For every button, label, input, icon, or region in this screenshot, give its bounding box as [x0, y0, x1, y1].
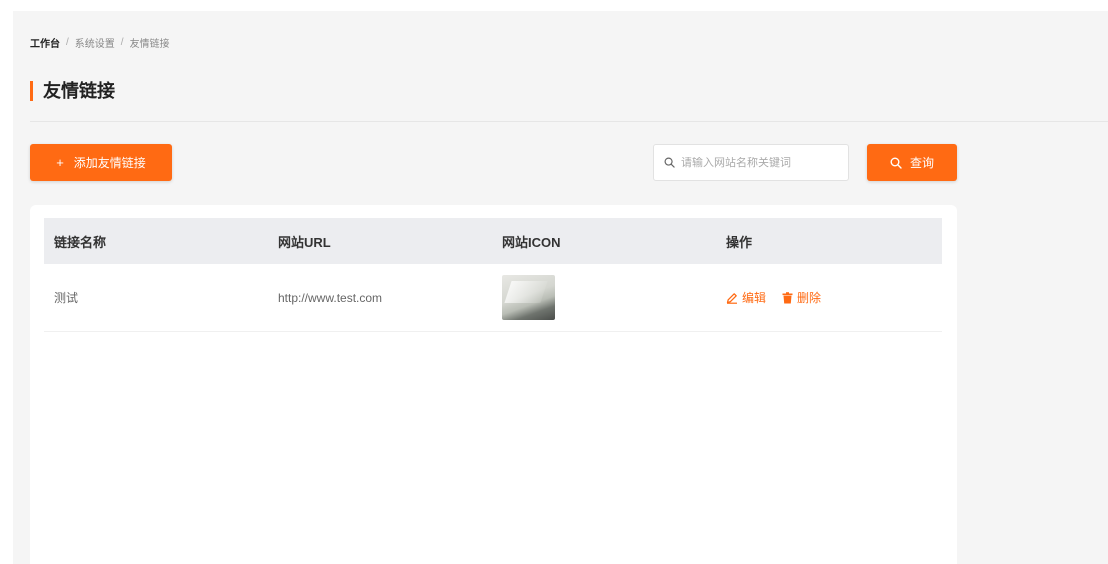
website-url-cell: http://www.test.com — [278, 290, 383, 305]
column-header-link-name: 链接名称 — [54, 234, 107, 250]
search-icon — [664, 157, 675, 168]
divider — [30, 121, 1108, 122]
links-table: 链接名称 网站URL 网站ICON 操作 测试 http://www.test.… — [44, 218, 942, 332]
add-link-label: 添加友情链接 — [73, 156, 146, 170]
website-icon-thumbnail — [502, 275, 555, 320]
column-header-website-icon: 网站ICON — [502, 234, 561, 250]
breadcrumb-item-system-settings[interactable]: 系统设置 — [75, 35, 115, 50]
actions-cell: 编辑 删除 — [716, 289, 942, 306]
column-header-actions: 操作 — [726, 234, 753, 250]
trash-icon — [782, 291, 793, 303]
breadcrumb-item-workbench[interactable]: 工作台 — [30, 35, 60, 50]
table-header: 链接名称 网站URL 网站ICON 操作 — [44, 218, 942, 264]
query-button[interactable]: 查询 — [867, 144, 957, 181]
edit-button[interactable]: 编辑 — [726, 289, 766, 306]
links-table-card: 链接名称 网站URL 网站ICON 操作 测试 http://www.test.… — [30, 205, 957, 564]
edit-label: 编辑 — [742, 291, 767, 305]
breadcrumb-separator: / — [66, 37, 69, 48]
delete-label: 删除 — [797, 291, 822, 305]
query-label: 查询 — [909, 156, 934, 170]
delete-button[interactable]: 删除 — [782, 289, 821, 306]
plus-icon: + — [56, 155, 64, 170]
page-title: 友情链接 — [30, 81, 115, 101]
search-field[interactable] — [653, 144, 849, 181]
search-input[interactable] — [681, 156, 841, 169]
add-link-button[interactable]: + 添加友情链接 — [30, 144, 172, 181]
breadcrumb-item-friend-links: 友情链接 — [129, 39, 170, 50]
breadcrumb: 工作台 / 系统设置 / 友情链接 — [30, 35, 170, 50]
breadcrumb-separator: / — [120, 37, 124, 48]
pencil-icon — [726, 292, 737, 304]
main-content: 工作台 / 系统设置 / 友情链接 友情链接 + 添加友情链接 查询 链接名称 … — [13, 11, 1108, 564]
link-name-cell: 测试 — [54, 291, 79, 305]
table-row: 测试 http://www.test.com 编辑 删除 — [44, 264, 942, 332]
search-icon — [890, 157, 902, 169]
website-icon-cell — [492, 275, 716, 320]
column-header-website-url: 网站URL — [278, 234, 331, 250]
